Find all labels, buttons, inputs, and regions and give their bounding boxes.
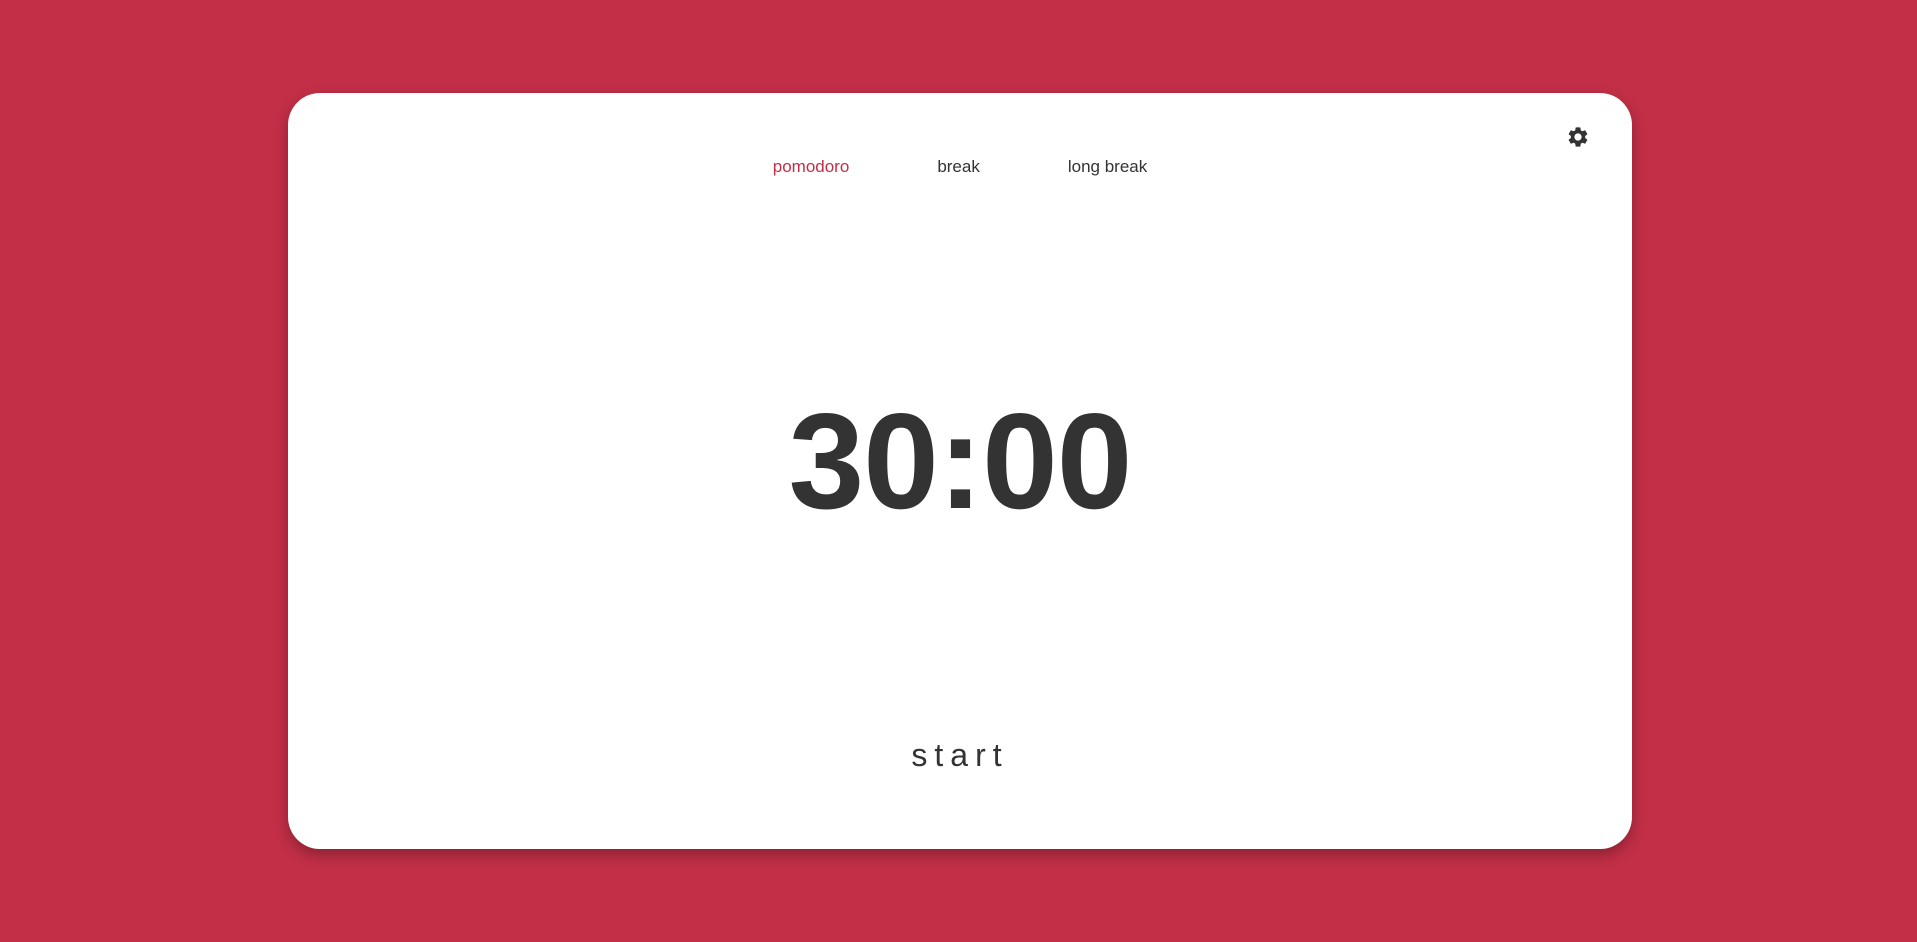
gear-icon xyxy=(1568,127,1588,147)
start-button-label: start xyxy=(911,737,1009,773)
tab-break[interactable]: break xyxy=(937,155,980,179)
timer-card: pomodoro break long break 30:00 start xyxy=(288,93,1632,849)
mode-tabs: pomodoro break long break xyxy=(288,155,1632,179)
start-button[interactable]: start xyxy=(288,737,1632,774)
tab-pomodoro[interactable]: pomodoro xyxy=(773,155,850,179)
tab-long-break[interactable]: long break xyxy=(1068,155,1147,179)
settings-button[interactable] xyxy=(1564,123,1592,151)
timer-display: 30:00 xyxy=(788,385,1133,537)
